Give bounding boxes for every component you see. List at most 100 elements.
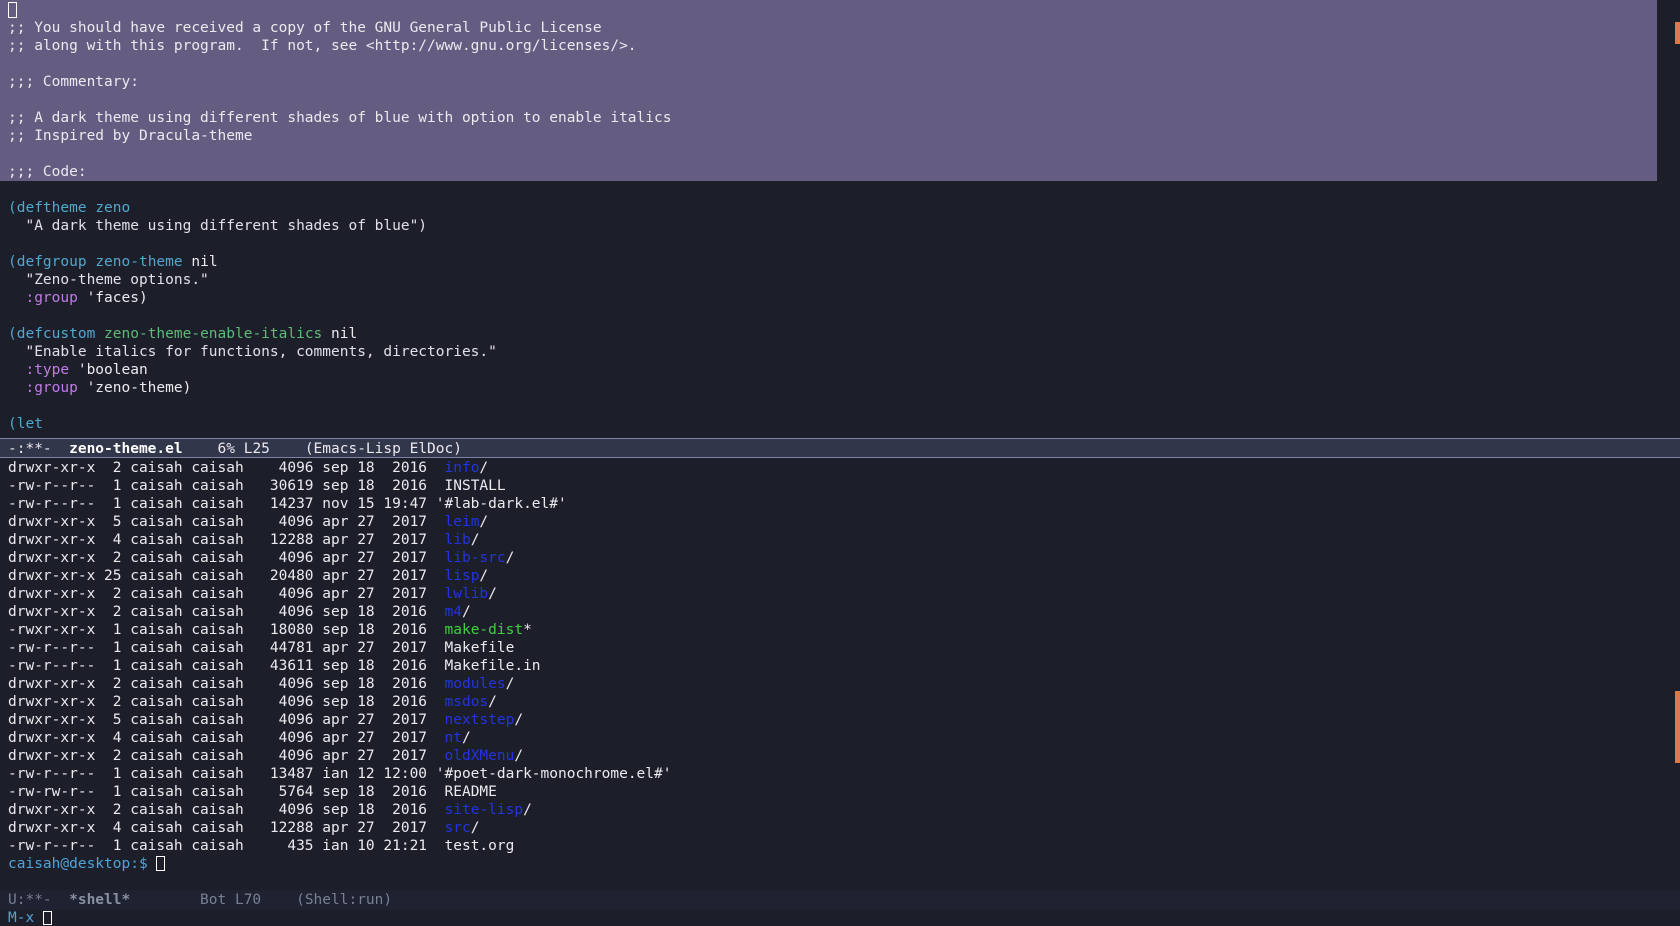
file-suffix: / [461,730,471,746]
directory-name[interactable]: lib-src [445,550,506,566]
editor-cursor [8,2,17,18]
modeline-buffer-name[interactable]: zeno-theme.el [69,441,183,457]
shell-list-row: drwxr-xr-x 2 caisah caisah 4096 apr 27 2… [0,585,1680,603]
shell-list-row: -rw-r--r-- 1 caisah caisah 43611 sep 18 … [0,657,1680,675]
directory-name[interactable]: src [445,820,471,836]
modeline-buffer-name[interactable]: *shell* [69,892,130,908]
minibuffer[interactable]: M-x [0,910,1680,926]
shell-prompt: caisah@desktop:$ [8,856,157,872]
file-meta: drwxr-xr-x 2 caisah caisah 4096 apr 27 2… [8,550,445,566]
commentary-line: ;; A dark theme using different shades o… [8,110,672,126]
group-name: zeno-theme [95,254,183,270]
directory-name[interactable]: leim [445,514,480,530]
commentary-line: ;; Inspired by Dracula-theme [8,128,253,144]
file-meta: -rwxr-xr-x 1 caisah caisah 18080 sep 18 … [8,622,445,638]
file-name[interactable]: INSTALL [445,478,506,494]
modeline-status: -:**- [8,441,70,457]
keyword-deftheme: (deftheme [8,200,87,216]
commentary-line [0,91,1680,109]
code-line: "Zeno-theme options." [8,272,209,288]
editor-scrollbar[interactable] [1675,22,1680,44]
shell-list-row: drwxr-xr-x 4 caisah caisah 12288 apr 27 … [0,819,1680,837]
shell-list-row: drwxr-xr-x 5 caisah caisah 4096 apr 27 2… [0,513,1680,531]
code-line: (deftheme zeno [0,199,1680,217]
keyword-let: (let [8,416,43,432]
shell-list-row: drwxr-xr-x 2 caisah caisah 4096 sep 18 2… [0,675,1680,693]
file-meta: drwxr-xr-x 2 caisah caisah 4096 sep 18 2… [8,604,445,620]
shell-list-row: drwxr-xr-x 2 caisah caisah 4096 apr 27 2… [0,747,1680,765]
file-suffix: / [505,676,515,692]
shell-list-row: drwxr-xr-x 4 caisah caisah 4096 apr 27 2… [0,729,1680,747]
commentary-line [0,55,1680,73]
directory-name[interactable]: m4 [445,604,462,620]
file-meta: drwxr-xr-x 2 caisah caisah 4096 apr 27 2… [8,586,445,602]
code-line: :group 'faces) [0,289,1680,307]
file-meta: drwxr-xr-x 2 caisah caisah 4096 apr 27 2… [8,748,445,764]
keyword-defcustom: (defcustom [8,326,96,342]
shell-list-row: drwxr-xr-x 2 caisah caisah 4096 sep 18 2… [0,603,1680,621]
directory-name[interactable]: lwlib [445,586,489,602]
directory-name[interactable]: info [445,460,480,476]
directory-name[interactable]: nextstep [445,712,515,728]
file-name[interactable]: '#poet-dark-monochrome.el#' [436,766,672,782]
directory-name[interactable]: lib [445,532,471,548]
directory-name[interactable]: lisp [445,568,480,584]
file-name[interactable]: Makefile.in [445,658,541,674]
directory-name[interactable]: msdos [445,694,489,710]
shell-list-row: -rw-rw-r-- 1 caisah caisah 5764 sep 18 2… [0,783,1680,801]
commentary-line: ;;; Code: [8,164,87,180]
shell-modeline: U:**- *shell* Bot L70 (Shell:run) [0,890,1680,910]
shell-list-row: -rw-r--r-- 1 caisah caisah 435 ian 10 21… [0,837,1680,855]
modeline-modes[interactable]: (Shell:run) [296,892,392,908]
keyword-arg: :type [8,362,70,378]
shell-list-row: drwxr-xr-x 2 caisah caisah 4096 sep 18 2… [0,459,1680,477]
file-name[interactable]: test.org [445,838,515,854]
file-suffix: / [514,748,524,764]
directory-name[interactable]: site-lisp [445,802,524,818]
file-suffix: / [488,586,497,602]
file-meta: -rw-r--r-- 1 caisah caisah 435 ian 10 21… [8,838,445,854]
directory-name[interactable]: modules [445,676,506,692]
minibuffer-prompt: M-x [8,910,43,926]
file-meta: drwxr-xr-x 2 caisah caisah 4096 sep 18 2… [8,694,445,710]
file-meta: drwxr-xr-x 5 caisah caisah 4096 apr 27 2… [8,712,445,728]
code-line: (let [0,415,1680,433]
shell-list-row: drwxr-xr-x 2 caisah caisah 4096 sep 18 2… [0,693,1680,711]
code-text: 'zeno-theme) [77,380,192,396]
directory-name[interactable]: oldXMenu [445,748,515,764]
code-line: :group 'zeno-theme) [0,379,1680,397]
code-block: (deftheme zeno "A dark theme using diffe… [0,199,1680,433]
shell-cursor [156,856,166,871]
commentary-line: ;;; Commentary: [8,74,139,90]
file-suffix: / [514,712,524,728]
file-meta: drwxr-xr-x 4 caisah caisah 12288 apr 27 … [8,532,445,548]
modeline-modes[interactable]: (Emacs-Lisp ElDoc) [305,441,462,457]
code-line: :type 'boolean [0,361,1680,379]
shell-list-row: drwxr-xr-x 2 caisah caisah 4096 apr 27 2… [0,549,1680,567]
executable-name[interactable]: make-dist [445,622,524,638]
file-meta: drwxr-xr-x 2 caisah caisah 4096 sep 18 2… [8,676,445,692]
file-meta: -rw-r--r-- 1 caisah caisah 13487 ian 12 … [8,766,436,782]
shell-pane[interactable]: drwxr-xr-x 2 caisah caisah 4096 sep 18 2… [0,459,1680,889]
file-meta: drwxr-xr-x 2 caisah caisah 4096 sep 18 2… [8,802,445,818]
file-suffix: / [505,550,515,566]
file-name[interactable]: '#lab-dark.el#' [436,496,567,512]
shell-scrollbar[interactable] [1675,691,1680,763]
file-suffix: / [479,568,489,584]
shell-prompt-line[interactable]: caisah@desktop:$ [0,855,1680,873]
keyword-defgroup: (defgroup [8,254,87,270]
directory-name[interactable]: nt [445,730,462,746]
file-meta: -rw-rw-r-- 1 caisah caisah 5764 sep 18 2… [8,784,445,800]
file-name[interactable]: README [445,784,497,800]
shell-list-row: -rw-r--r-- 1 caisah caisah 44781 apr 27 … [0,639,1680,657]
theme-name: zeno [95,200,131,216]
file-name[interactable]: Makefile [445,640,515,656]
code-line: "Enable italics for functions, comments,… [8,344,497,360]
shell-output: drwxr-xr-x 2 caisah caisah 4096 sep 18 2… [0,459,1680,873]
keyword-arg: :group [8,380,78,396]
modeline-status: U:**- [8,892,70,908]
editor-pane[interactable]: ;; You should have received a copy of th… [0,0,1680,437]
commentary-block: ;; You should have received a copy of th… [0,19,1680,181]
